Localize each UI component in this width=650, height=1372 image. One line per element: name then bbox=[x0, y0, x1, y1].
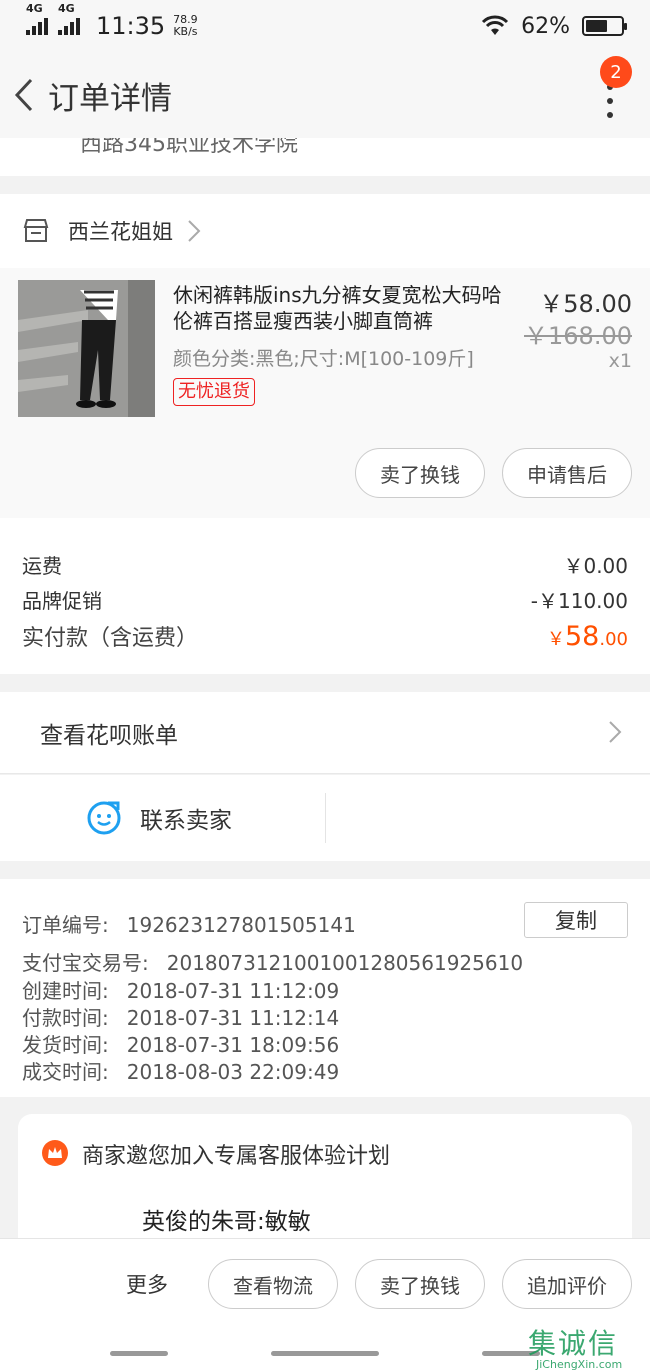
info-value: 2018-07-31 11:12:09 bbox=[126, 979, 340, 1003]
service-plan-title: 商家邀您加入专属客服体验计划 bbox=[82, 1144, 391, 1169]
info-value: 2018-07-31 11:12:14 bbox=[126, 1006, 340, 1030]
add-review-button[interactable]: 追加评价 bbox=[502, 1259, 632, 1309]
info-label: 付款时间: bbox=[22, 1006, 109, 1030]
huabei-label: 查看花呗账单 bbox=[40, 722, 178, 749]
promo-row: 品牌促销 -￥110.00 bbox=[22, 585, 628, 614]
promo-label: 品牌促销 bbox=[22, 589, 102, 613]
contact-seller-button[interactable]: 联系卖家 bbox=[0, 775, 326, 861]
battery-percent: 62% bbox=[521, 13, 570, 39]
alipay-row: 支付宝交易号: 2018073121001001280561925610 bbox=[22, 947, 523, 976]
info-label: 创建时间: bbox=[22, 979, 109, 1003]
speed-unit: KB/s bbox=[173, 25, 198, 38]
contact-section: 联系卖家 bbox=[0, 775, 650, 861]
watermark-logo: 集诚信 JiChengXin.com bbox=[528, 1322, 646, 1372]
sell-button[interactable]: 卖了换钱 bbox=[355, 448, 485, 498]
dot-icon bbox=[607, 98, 613, 104]
notification-badge: 2 bbox=[600, 56, 632, 88]
chat-bubble-icon bbox=[87, 801, 121, 835]
signal-icon: 4G bbox=[26, 2, 50, 35]
nav-handle bbox=[271, 1351, 379, 1356]
network-type-1: 4G bbox=[26, 1, 43, 15]
watermark-url: JiChengXin.com bbox=[536, 1358, 623, 1371]
info-value: 2018-08-03 22:09:49 bbox=[126, 1060, 340, 1084]
network-speed: 78.9 KB/s bbox=[173, 14, 198, 38]
shop-row[interactable]: 西兰花姐姐 bbox=[0, 194, 650, 268]
signal-icon-2: 4G bbox=[58, 2, 82, 35]
product-image[interactable] bbox=[18, 280, 155, 417]
order-number-label: 订单编号: bbox=[22, 913, 109, 937]
more-button[interactable]: 更多 bbox=[126, 1269, 168, 1299]
info-label: 发货时间: bbox=[22, 1033, 109, 1057]
copy-button[interactable]: 复制 bbox=[524, 902, 628, 938]
order-info: 订单编号: 192623127801505141 复制 支付宝交易号: 201807… bbox=[0, 879, 650, 1097]
created-time-row: 创建时间: 2018-07-31 11:12:09 bbox=[22, 975, 339, 1004]
order-number: 192623127801505141 bbox=[126, 913, 356, 937]
clock: 11:35 bbox=[96, 12, 166, 40]
shipping-row: 运费 ￥0.00 bbox=[22, 550, 628, 579]
product-sku: 颜色分类:黑色;尺寸:M[100-109斤] bbox=[173, 348, 474, 370]
crown-icon bbox=[42, 1140, 68, 1166]
fee-summary: 运费 ￥0.00 品牌促销 -￥110.00 实付款（含运费） ￥58.00 bbox=[0, 518, 650, 674]
sell-button-bottom[interactable]: 卖了换钱 bbox=[355, 1259, 485, 1309]
total-row: 实付款（含运费） ￥58.00 bbox=[22, 620, 628, 652]
shipping-value: ￥0.00 bbox=[563, 554, 628, 578]
total-value: ￥58.00 bbox=[547, 621, 628, 652]
chevron-right-icon bbox=[188, 220, 201, 242]
chevron-right-icon bbox=[609, 721, 622, 743]
total-currency: ￥ bbox=[547, 629, 565, 650]
alipay-number: 2018073121001001280561925610 bbox=[166, 951, 524, 975]
order-item: 休闲裤韩版ins九分裤女夏宽松大码哈伦裤百搭显瘦西装小脚直筒裤 颜色分类:黑色;… bbox=[0, 268, 650, 518]
wifi-icon bbox=[482, 15, 509, 35]
return-tag: 无忧退货 bbox=[173, 378, 255, 406]
alipay-label: 支付宝交易号: bbox=[22, 951, 149, 975]
total-integer: 58 bbox=[565, 621, 600, 652]
product-quantity: x1 bbox=[608, 350, 632, 372]
huabei-bill-row[interactable]: 查看花呗账单 bbox=[0, 692, 650, 774]
nav-bar: 订单详情 2 bbox=[0, 52, 650, 138]
promo-value: -￥110.00 bbox=[530, 589, 628, 613]
product-title[interactable]: 休闲裤韩版ins九分裤女夏宽松大码哈伦裤百搭显瘦西装小脚直筒裤 bbox=[173, 282, 513, 334]
back-button[interactable] bbox=[2, 52, 46, 138]
chevron-left-icon bbox=[14, 78, 33, 112]
product-price: ￥58.00 bbox=[539, 290, 632, 318]
divider bbox=[325, 793, 326, 843]
service-agent-name: 英俊的朱哥:敏敏 bbox=[142, 1209, 311, 1235]
shipping-label: 运费 bbox=[22, 554, 62, 578]
page-title: 订单详情 bbox=[48, 80, 172, 117]
contact-seller-label: 联系卖家 bbox=[140, 808, 232, 834]
dot-icon bbox=[607, 112, 613, 118]
total-label: 实付款（含运费） bbox=[22, 626, 199, 651]
status-bar: 4G 4G 11:35 78.9 KB/s 62% bbox=[0, 0, 650, 52]
total-decimal: .00 bbox=[599, 629, 628, 650]
more-menu-button[interactable] bbox=[598, 84, 622, 118]
shop-name: 西兰花姐姐 bbox=[68, 220, 173, 244]
info-value: 2018-07-31 18:09:56 bbox=[126, 1033, 340, 1057]
order-number-row: 订单编号: 192623127801505141 bbox=[22, 909, 356, 938]
network-type-2: 4G bbox=[58, 1, 75, 15]
watermark-text: 集诚信 bbox=[528, 1327, 619, 1360]
after-sale-button[interactable]: 申请售后 bbox=[502, 448, 632, 498]
paid-time-row: 付款时间: 2018-07-31 11:12:14 bbox=[22, 1002, 339, 1031]
nav-handle bbox=[110, 1351, 168, 1356]
info-label: 成交时间: bbox=[22, 1060, 109, 1084]
shipped-time-row: 发货时间: 2018-07-31 18:09:56 bbox=[22, 1029, 339, 1058]
battery-icon bbox=[582, 16, 627, 36]
store-icon bbox=[23, 219, 49, 242]
original-price: ￥168.00 bbox=[524, 322, 632, 350]
view-logistics-button[interactable]: 查看物流 bbox=[208, 1259, 338, 1309]
completed-time-row: 成交时间: 2018-08-03 22:09:49 bbox=[22, 1056, 339, 1085]
